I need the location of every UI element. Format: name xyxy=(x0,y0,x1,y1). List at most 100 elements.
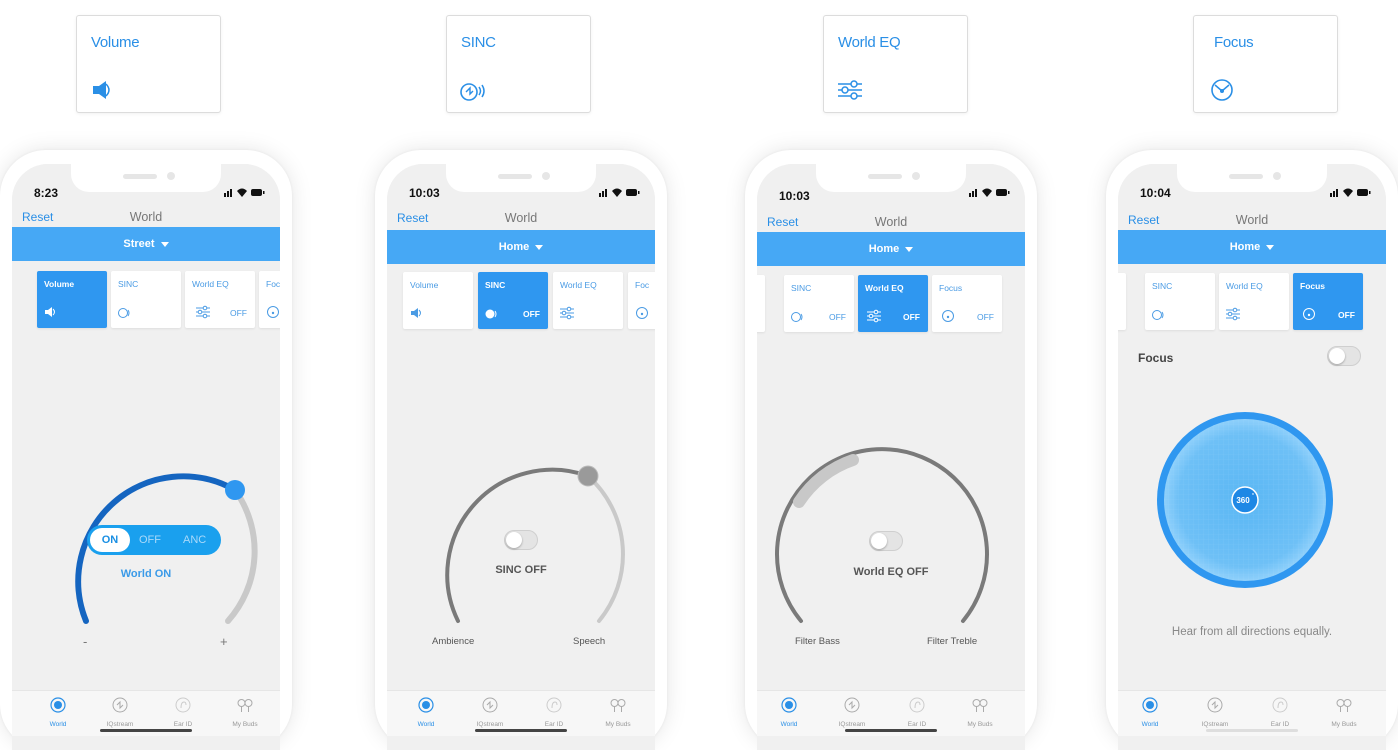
tab-iqstream[interactable]: IQstream xyxy=(1190,697,1240,728)
sinc-dial[interactable] xyxy=(387,164,655,750)
focus-icon xyxy=(1211,79,1233,101)
world-icon xyxy=(50,697,66,713)
segment-on[interactable]: ON xyxy=(90,528,130,552)
sinc-toggle[interactable] xyxy=(504,530,538,550)
world-mode-segmented-control[interactable]: ON OFF ANC xyxy=(87,525,221,555)
phone-sinc: 10:03 Reset World Home Volume SINC OFF W… xyxy=(375,150,667,750)
world-eq-toggle[interactable] xyxy=(869,531,903,551)
home-indicator[interactable] xyxy=(845,729,937,732)
segment-off[interactable]: OFF xyxy=(139,525,161,555)
ear-id-icon xyxy=(909,697,925,713)
tab-iqstream[interactable]: IQstream xyxy=(465,697,515,728)
earbuds-icon xyxy=(610,699,626,712)
legend-card-focus: Focus xyxy=(1193,15,1338,113)
tab-bar: World IQstream Ear ID My Buds xyxy=(1118,690,1386,736)
segment-anc[interactable]: ANC xyxy=(183,525,206,555)
dial-handle[interactable] xyxy=(577,465,599,487)
tab-bar: World IQstream Ear ID My Buds xyxy=(12,690,280,736)
ear-id-icon xyxy=(1272,697,1288,713)
tab-label: IQstream xyxy=(476,721,504,728)
earbuds-icon xyxy=(972,699,988,712)
tab-world[interactable]: World xyxy=(764,697,814,728)
tab-world[interactable]: World xyxy=(33,697,83,728)
ear-id-icon xyxy=(546,697,562,713)
tab-world[interactable]: World xyxy=(401,697,451,728)
tab-iqstream[interactable]: IQstream xyxy=(95,697,145,728)
screen: 10:03 Reset World Home Volume SINC OFF W… xyxy=(387,164,655,750)
tab-bar: World IQstream Ear ID My Buds xyxy=(387,690,655,736)
phone-volume: 8:23 Reset World Street Volume SINC Worl… xyxy=(0,150,292,750)
tab-label: World xyxy=(417,721,435,728)
screen: 10:03 Reset World Home SINC OFF World EQ xyxy=(757,164,1025,750)
tab-label: Ear ID xyxy=(544,721,564,728)
world-icon xyxy=(418,697,434,713)
legend-label: Focus xyxy=(1214,34,1254,51)
phone-world-eq: 10:03 Reset World Home SINC OFF World EQ xyxy=(745,150,1037,750)
ear-id-icon xyxy=(175,697,191,713)
tab-my-buds[interactable]: My Buds xyxy=(593,697,643,728)
phone-focus: 10:04 Reset World Home SINC World EQ Foc… xyxy=(1106,150,1398,750)
eq-dial[interactable] xyxy=(757,164,1025,750)
tab-ear-id[interactable]: Ear ID xyxy=(892,697,942,728)
iqstream-icon xyxy=(844,697,860,713)
dial-caption: World EQ OFF xyxy=(853,566,929,578)
tab-ear-id[interactable]: Ear ID xyxy=(529,697,579,728)
legend-card-world-eq: World EQ xyxy=(823,15,968,113)
home-indicator[interactable] xyxy=(1206,729,1298,732)
tab-world[interactable]: World xyxy=(1125,697,1175,728)
iqstream-icon xyxy=(112,697,128,713)
tab-my-buds[interactable]: My Buds xyxy=(1319,697,1369,728)
plus-label: + xyxy=(220,634,228,649)
tab-label: My Buds xyxy=(967,721,993,728)
iqstream-icon xyxy=(1207,697,1223,713)
legend-label: SINC xyxy=(461,34,496,51)
tab-label: My Buds xyxy=(1331,721,1357,728)
iqstream-icon xyxy=(482,697,498,713)
dial-arc-track xyxy=(225,487,258,624)
tab-ear-id[interactable]: Ear ID xyxy=(158,697,208,728)
tab-label: IQstream xyxy=(1201,721,1229,728)
dial-right-label: Filter Treble xyxy=(927,636,978,647)
tab-iqstream[interactable]: IQstream xyxy=(827,697,877,728)
legend-card-volume: Volume xyxy=(76,15,221,113)
legend-label: Volume xyxy=(91,34,140,51)
tab-label: IQstream xyxy=(106,721,134,728)
focus-direction-pad[interactable]: 360 ° xyxy=(1118,164,1386,750)
legend-label: World EQ xyxy=(838,34,901,51)
screen: 8:23 Reset World Street Volume SINC Worl… xyxy=(12,164,280,750)
dial-arc-track xyxy=(586,474,625,623)
tab-label: World xyxy=(780,721,798,728)
tab-my-buds[interactable]: My Buds xyxy=(220,697,270,728)
sinc-icon xyxy=(460,83,485,101)
world-icon xyxy=(781,697,797,713)
tab-bar: World IQstream Ear ID My Buds xyxy=(757,690,1025,736)
earbuds-icon xyxy=(1336,699,1352,712)
volume-dial[interactable] xyxy=(12,164,280,750)
dial-caption: SINC OFF xyxy=(495,564,547,576)
focus-degree-value: 360 xyxy=(1236,496,1250,505)
legend-card-sinc: SINC xyxy=(446,15,591,113)
tab-label: My Buds xyxy=(232,721,258,728)
home-indicator[interactable] xyxy=(100,729,192,732)
tab-label: World xyxy=(49,721,67,728)
tab-label: Ear ID xyxy=(907,721,927,728)
speaker-icon xyxy=(93,81,110,99)
dial-caption: World ON xyxy=(120,568,172,580)
tab-label: My Buds xyxy=(605,721,631,728)
screen: 10:04 Reset World Home SINC World EQ Foc… xyxy=(1118,164,1386,750)
dial-left-label: Filter Bass xyxy=(795,636,840,647)
tab-my-buds[interactable]: My Buds xyxy=(955,697,1005,728)
world-icon xyxy=(1142,697,1158,713)
sliders-icon xyxy=(838,80,862,100)
focus-caption: Hear from all directions equally. xyxy=(1171,626,1333,638)
focus-degree-symbol: ° xyxy=(1252,493,1254,499)
dial-left-label: Ambience xyxy=(432,636,475,647)
home-indicator[interactable] xyxy=(475,729,567,732)
tab-ear-id[interactable]: Ear ID xyxy=(1255,697,1305,728)
tab-label: Ear ID xyxy=(173,721,193,728)
dial-right-label: Speech xyxy=(573,636,606,647)
earbuds-icon xyxy=(237,699,253,712)
tab-label: Ear ID xyxy=(1270,721,1290,728)
dial-handle[interactable] xyxy=(225,480,245,500)
tab-label: IQstream xyxy=(838,721,866,728)
